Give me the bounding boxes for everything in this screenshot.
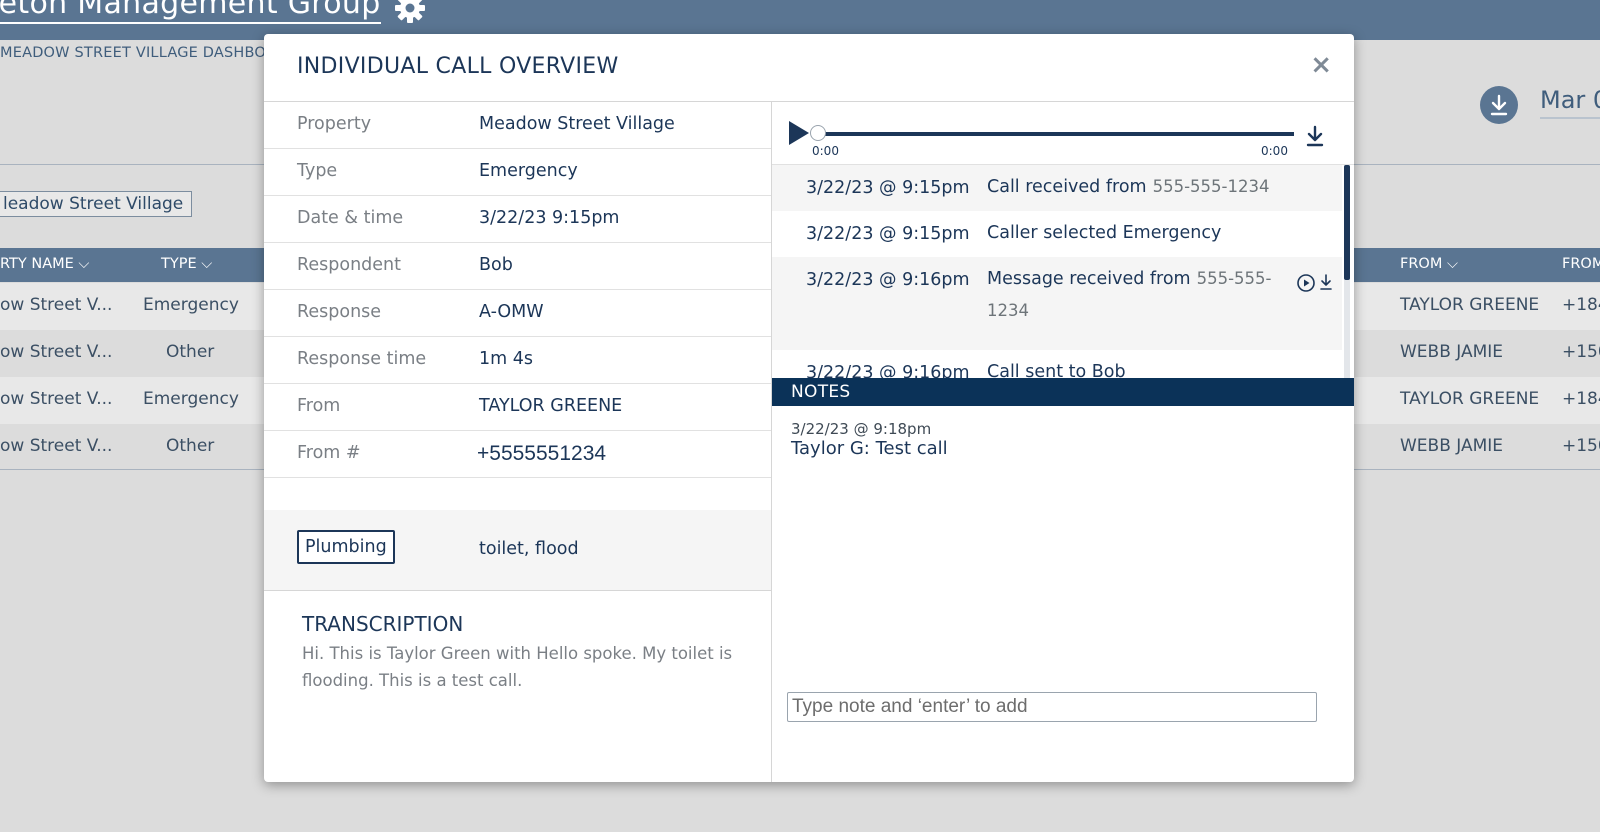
close-icon[interactable]: × bbox=[1310, 52, 1332, 78]
detail-row-date-time: Date & time 3/22/23 9:15pm bbox=[264, 196, 771, 243]
download-icon[interactable] bbox=[1319, 273, 1333, 291]
list-item: 3/22/23 @ 9:15pm Caller selected Emergen… bbox=[772, 211, 1342, 257]
category-tag[interactable]: Plumbing bbox=[297, 530, 395, 564]
detail-label: From # bbox=[297, 443, 361, 463]
cell-type: Other bbox=[166, 342, 215, 362]
column-header-from[interactable]: FROM ⌵ bbox=[1400, 256, 1458, 272]
column-header-property[interactable]: RTY NAME ⌵ bbox=[0, 256, 89, 272]
column-header-type[interactable]: TYPE ⌵ bbox=[161, 256, 212, 272]
call-events-list[interactable]: 3/22/23 @ 9:15pm Call received from 555-5… bbox=[772, 165, 1342, 378]
detail-value: TAYLOR GREENE bbox=[479, 396, 623, 416]
detail-row-from-number: From # +5555551234 bbox=[264, 431, 771, 478]
detail-row-respondent: Respondent Bob bbox=[264, 243, 771, 290]
call-details-panel: Property Meadow Street Village Type Emer… bbox=[264, 102, 772, 782]
cell-from-number: +184 bbox=[1562, 295, 1600, 315]
event-time: 3/22/23 @ 9:16pm bbox=[806, 363, 970, 378]
cell-property: ow Street V... bbox=[0, 436, 113, 456]
event-text: Message received from 555-555-1234 bbox=[987, 269, 1272, 320]
cell-from-number: +184 bbox=[1562, 389, 1600, 409]
detail-label: Response bbox=[297, 302, 382, 322]
detail-label: Respondent bbox=[297, 255, 401, 275]
detail-label: From bbox=[297, 396, 341, 416]
detail-value: 1m 4s bbox=[479, 349, 533, 369]
list-item: 3/22/23 @ 9:16pm Call sent to Bob bbox=[772, 350, 1342, 378]
detail-label: Type bbox=[297, 161, 338, 181]
detail-row-response-time: Response time 1m 4s bbox=[264, 337, 771, 384]
detail-row-response: Response A-OMW bbox=[264, 290, 771, 337]
note-date: 3/22/23 @ 9:18pm bbox=[791, 420, 932, 438]
detail-value: A-OMW bbox=[479, 302, 544, 322]
audio-progress-knob[interactable] bbox=[810, 125, 826, 141]
download-icon[interactable] bbox=[1305, 124, 1325, 148]
cell-property: ow Street V... bbox=[0, 389, 113, 409]
detail-row-property: Property Meadow Street Village bbox=[264, 102, 771, 149]
property-filter-chip[interactable]: leadow Street Village bbox=[0, 191, 193, 217]
detail-label: Date & time bbox=[297, 208, 404, 228]
play-circle-icon[interactable] bbox=[1297, 274, 1315, 292]
notes-header: NOTES bbox=[772, 378, 1354, 406]
detail-row-type: Type Emergency bbox=[264, 149, 771, 196]
event-text: Caller selected Emergency bbox=[987, 223, 1222, 243]
transcription-text: Hi. This is Taylor Green with Hello spok… bbox=[302, 644, 733, 690]
phone-number-link[interactable]: +5555551234 bbox=[477, 442, 606, 466]
cell-from-number: +150 bbox=[1562, 342, 1600, 362]
event-time: 3/22/23 @ 9:15pm bbox=[806, 178, 970, 198]
keywords: toilet, flood bbox=[479, 539, 579, 559]
note-input[interactable] bbox=[787, 692, 1317, 722]
scrollbar-thumb[interactable] bbox=[1344, 165, 1350, 280]
event-time: 3/22/23 @ 9:15pm bbox=[806, 224, 970, 244]
current-time: 0:00 bbox=[812, 144, 839, 158]
cell-from: WEBB JAMIE bbox=[1400, 342, 1504, 362]
column-header-from-number[interactable]: FROM bbox=[1562, 256, 1600, 272]
event-text: Call received from 555-555-1234 bbox=[987, 177, 1270, 197]
detail-value: 3/22/23 9:15pm bbox=[479, 208, 620, 228]
list-item: 3/22/23 @ 9:15pm Call received from 555-5… bbox=[772, 165, 1342, 211]
transcription-title: TRANSCRIPTION bbox=[302, 612, 464, 636]
modal-header: INDIVIDUAL CALL OVERVIEW × bbox=[264, 34, 1354, 102]
detail-label: Response time bbox=[297, 349, 427, 369]
date-range-picker[interactable]: Mar 0 bbox=[1540, 86, 1600, 119]
audio-player: 0:00 0:00 bbox=[772, 102, 1354, 165]
detail-value: Meadow Street Village bbox=[479, 114, 675, 134]
cell-property: ow Street V... bbox=[0, 342, 113, 362]
detail-value: Bob bbox=[479, 255, 513, 275]
call-timeline-panel: 0:00 0:00 3/22/23 @ 9:15pm Call received… bbox=[772, 102, 1354, 782]
cell-property: ow Street V... bbox=[0, 295, 113, 315]
cell-from-number: +150 bbox=[1562, 436, 1600, 456]
detail-row-from: From TAYLOR GREENE bbox=[264, 384, 771, 431]
events-scrollbar[interactable] bbox=[1344, 165, 1350, 378]
cell-from: TAYLOR GREENE bbox=[1400, 295, 1540, 315]
list-item: 3/22/23 @ 9:16pm Message received from 55… bbox=[772, 257, 1342, 350]
cell-type: Emergency bbox=[143, 295, 239, 315]
detail-label: Property bbox=[297, 114, 372, 134]
note-text: Taylor G: Test call bbox=[791, 438, 948, 459]
event-number: 555-555-1234 bbox=[1152, 177, 1270, 196]
event-text: Call sent to Bob bbox=[987, 362, 1126, 378]
notes-title: NOTES bbox=[791, 382, 851, 402]
cell-type: Other bbox=[166, 436, 215, 456]
cell-from: TAYLOR GREENE bbox=[1400, 389, 1540, 409]
breadcrumb[interactable]: MEADOW STREET VILLAGE DASHBOA bbox=[0, 45, 276, 61]
play-icon[interactable] bbox=[789, 121, 809, 145]
download-icon bbox=[1490, 94, 1508, 116]
gear-icon[interactable] bbox=[394, 0, 426, 24]
duration: 0:00 bbox=[1261, 144, 1288, 158]
detail-value: Emergency bbox=[479, 161, 578, 181]
modal-title: INDIVIDUAL CALL OVERVIEW bbox=[297, 54, 619, 79]
category-row: Plumbing toilet, flood bbox=[264, 510, 771, 591]
download-report-button[interactable] bbox=[1480, 86, 1518, 124]
cell-type: Emergency bbox=[143, 389, 239, 409]
cell-from: WEBB JAMIE bbox=[1400, 436, 1504, 456]
call-overview-modal: INDIVIDUAL CALL OVERVIEW × Property Mead… bbox=[264, 34, 1354, 782]
audio-progress-track[interactable] bbox=[819, 132, 1294, 136]
brand-title[interactable]: leton Management Group bbox=[0, 0, 381, 24]
event-time: 3/22/23 @ 9:16pm bbox=[806, 270, 970, 290]
